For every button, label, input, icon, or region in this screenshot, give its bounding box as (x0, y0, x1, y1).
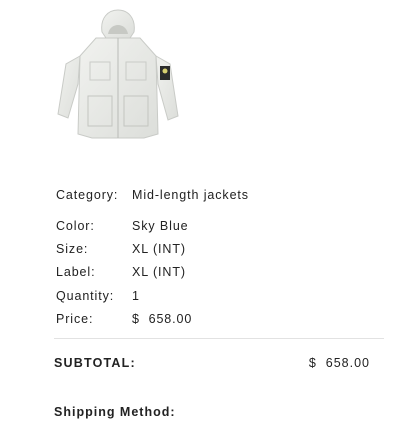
detail-row-size: Size: XL (INT) (56, 237, 356, 260)
subtotal-value: $ 658.00 (308, 356, 370, 370)
detail-row-price: Price: $ 658.00 (56, 308, 356, 331)
shipping-method-heading: Shipping Method: (54, 405, 176, 419)
product-image (48, 4, 188, 156)
price-label: Price: (56, 312, 94, 327)
category-label: Category: (56, 188, 119, 202)
size-label: Size: (56, 242, 89, 257)
detail-row-label: Label: XL (INT) (56, 261, 356, 284)
label-label: Label: (56, 265, 96, 280)
size-value: XL (INT) (132, 242, 186, 257)
category-value: Mid-length jackets (132, 188, 249, 202)
label-value: XL (INT) (132, 265, 186, 280)
subtotal-label: SUBTOTAL: (54, 356, 136, 370)
detail-row-color: Color: Sky Blue (56, 214, 356, 237)
quantity-value: 1 (132, 288, 140, 303)
color-value: Sky Blue (132, 218, 189, 233)
detail-row-category: Category: Mid-length jackets (56, 176, 356, 214)
quantity-label: Quantity: (56, 288, 115, 303)
detail-row-quantity: Quantity: 1 (56, 284, 356, 307)
divider (54, 338, 384, 339)
subtotal-row: SUBTOTAL: $ 658.00 (54, 356, 370, 370)
price-value: $ 658.00 (132, 312, 193, 327)
hooded-jacket-image (57, 9, 179, 139)
product-details: Category: Mid-length jackets Color: Sky … (56, 176, 356, 331)
color-label: Color: (56, 218, 95, 233)
